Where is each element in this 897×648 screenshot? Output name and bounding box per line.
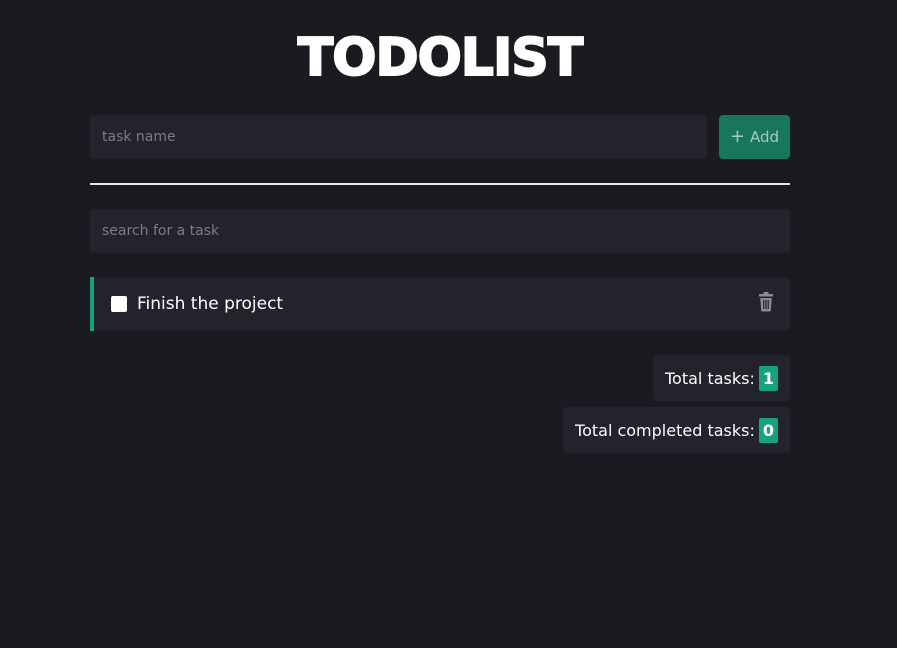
total-tasks-badge: 1 [758, 365, 778, 391]
add-button-label: Add [750, 128, 780, 146]
task-checkbox[interactable] [111, 296, 127, 312]
total-tasks-label: Total tasks: [665, 368, 755, 388]
task-label: Finish the project [137, 294, 284, 314]
todo-app: TODOLIST + Add Finish the project Total … [0, 0, 897, 648]
task-item: Finish the project [90, 277, 790, 331]
completed-tasks-badge: 0 [758, 417, 778, 443]
plus-icon: + [729, 126, 746, 147]
completed-tasks-stat: Total completed tasks: 0 [563, 407, 790, 453]
trash-icon[interactable] [756, 291, 776, 313]
search-input[interactable] [90, 209, 790, 253]
divider [90, 183, 790, 185]
task-name-input[interactable] [90, 115, 707, 159]
page-title: TODOLIST [297, 27, 584, 89]
total-tasks-stat: Total tasks: 1 [653, 355, 790, 401]
completed-tasks-label: Total completed tasks: [575, 420, 755, 440]
add-task-button[interactable]: + Add [719, 115, 790, 159]
